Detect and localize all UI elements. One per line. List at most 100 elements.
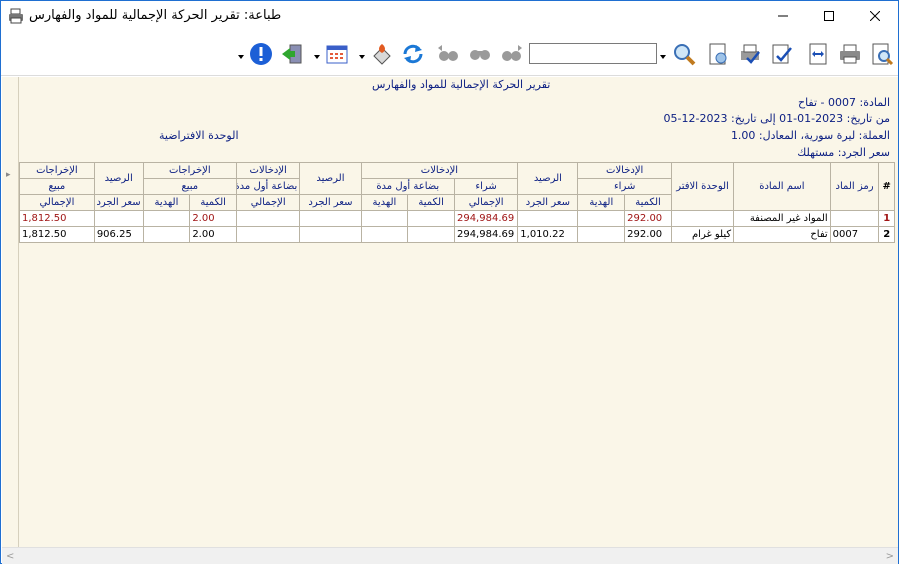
sale-header-1: مبيع xyxy=(142,178,238,195)
printer-icon[interactable] xyxy=(836,40,864,68)
col-hash-header[interactable]: # xyxy=(878,162,895,211)
page-setup-icon[interactable] xyxy=(704,40,732,68)
row-buy-qty[interactable]: 292.00 xyxy=(624,210,672,227)
search-dropdown-arrow[interactable] xyxy=(660,50,666,59)
gift-header-1: الهدية xyxy=(577,194,626,211)
inputs-header-1: الإدخالات xyxy=(577,162,672,179)
row-sale-qty[interactable]: 2.00 xyxy=(189,210,238,227)
row-name[interactable]: تفاح xyxy=(733,226,831,243)
toolbar xyxy=(1,32,898,76)
fill-dropdown-arrow[interactable] xyxy=(359,50,365,59)
col-name-header[interactable]: اسم المادة xyxy=(733,162,831,211)
row-op-total[interactable] xyxy=(236,210,301,227)
row-op-qty[interactable] xyxy=(407,226,455,243)
fill-icon[interactable] xyxy=(368,40,396,68)
horizontal-scrollbar[interactable]: < > xyxy=(2,547,898,564)
col-unit-header[interactable]: الوحدة الافتر xyxy=(670,162,735,211)
print-check-icon[interactable] xyxy=(736,40,764,68)
gift-header-2: الهدية xyxy=(360,194,409,211)
preview-icon[interactable] xyxy=(868,40,896,68)
row-op-total[interactable] xyxy=(236,226,301,243)
row-sale-gift[interactable] xyxy=(142,210,191,227)
outputs-header-1: الإخراجات xyxy=(142,162,238,179)
table-row: 1 المواد غير المصنفة 292.00 294,984.69 2… xyxy=(19,210,895,227)
search-input[interactable] xyxy=(529,43,657,64)
row-unit[interactable] xyxy=(670,210,735,227)
row-sale-qty[interactable]: 2.00 xyxy=(189,226,238,243)
row-index[interactable]: 2 xyxy=(878,226,895,243)
row-op-gift[interactable] xyxy=(360,210,409,227)
exit-icon[interactable] xyxy=(278,40,306,68)
scroll-left-icon[interactable]: < xyxy=(6,551,14,562)
maximize-button[interactable] xyxy=(806,1,852,31)
gift-header-3: الهدية xyxy=(142,194,191,211)
inputs-header-2: الإدخالات xyxy=(360,162,519,179)
report-preview: ▸ تقرير الحركة الإجمالية للمواد والفهارس… xyxy=(2,77,898,547)
inv-price-header-2: سعر الجرد xyxy=(299,194,362,211)
row-bal1-price[interactable]: 1,010.22 xyxy=(517,226,579,243)
search-icon[interactable] xyxy=(670,40,698,68)
purchase-header-1: شراء xyxy=(577,178,672,195)
row-index[interactable]: 1 xyxy=(878,210,895,227)
row-op-gift[interactable] xyxy=(360,226,409,243)
header-row-1: # رمز الماد اسم المادة الوحدة الافتر الإ… xyxy=(19,162,895,211)
opening-stock-header-2: بضاعة أول مدة xyxy=(360,178,455,195)
qty-header-2: الكمية xyxy=(407,194,455,211)
report-title: تقرير الحركة الإجمالية للمواد والفهارس xyxy=(372,78,551,91)
opening-stock-header-3: بضاعة أول مدة xyxy=(236,178,301,195)
material-line: المادة: 0007 - تفاح xyxy=(797,96,890,109)
close-button[interactable] xyxy=(852,1,898,31)
balance-header-3: الرصيد xyxy=(93,162,144,195)
table-row: 2 0007 تفاح كيلو غرام 292.00 1,010.22 29… xyxy=(19,226,895,243)
row-op-qty[interactable] xyxy=(407,210,455,227)
row-buy-qty[interactable]: 292.00 xyxy=(624,226,672,243)
binoculars-forward-icon[interactable] xyxy=(498,40,526,68)
binoculars-back-icon[interactable] xyxy=(434,40,462,68)
report-table: # رمز الماد اسم المادة الوحدة الافتر الإ… xyxy=(19,162,895,243)
inventory-price-line: سعر الجرد: مستهلك xyxy=(797,146,890,159)
fit-width-icon[interactable] xyxy=(804,40,832,68)
row-bal3-price[interactable] xyxy=(93,210,144,227)
row-bal2-price[interactable] xyxy=(299,226,362,243)
row-buy-gift[interactable] xyxy=(577,226,626,243)
row-name[interactable]: المواد غير المصنفة xyxy=(733,210,831,227)
calendar-dropdown-arrow[interactable] xyxy=(314,50,320,59)
row-buy-gift[interactable] xyxy=(577,210,626,227)
row-bal2-price[interactable] xyxy=(299,210,362,227)
row-indicator-icon: ▸ xyxy=(6,170,11,180)
total-header-3: الإجمالي xyxy=(19,194,95,211)
row-sale-total[interactable]: 1,812.50 xyxy=(19,210,95,227)
row-sale-gift[interactable] xyxy=(142,226,191,243)
minimize-button[interactable] xyxy=(760,1,806,31)
inv-price-header-3: سعر الجرد xyxy=(93,194,144,211)
printer-app-icon xyxy=(8,8,24,24)
row-bal3-price[interactable]: 906.25 xyxy=(93,226,144,243)
scroll-right-icon[interactable]: > xyxy=(886,551,894,562)
purchase-header-2: شراء xyxy=(453,178,519,195)
row-code[interactable]: 0007 xyxy=(829,226,880,243)
sale-header-2: مبيع xyxy=(19,178,95,195)
edit-check-icon[interactable] xyxy=(768,40,796,68)
window-title: طباعة: تقرير الحركة الإجمالية للمواد وال… xyxy=(29,8,282,23)
refresh-icon[interactable] xyxy=(399,40,427,68)
row-buy-total[interactable]: 294,984.69 xyxy=(453,210,519,227)
row-buy-total[interactable]: 294,984.69 xyxy=(453,226,519,243)
qty-header-1: الكمية xyxy=(624,194,672,211)
row-code[interactable] xyxy=(829,210,880,227)
report-print-window: طباعة: تقرير الحركة الإجمالية للمواد وال… xyxy=(0,0,899,564)
balance-header-1: الرصيد xyxy=(517,162,579,195)
row-sale-total[interactable]: 1,812.50 xyxy=(19,226,95,243)
outputs-header-2: الإخراجات xyxy=(19,162,95,179)
info-icon[interactable] xyxy=(247,40,275,68)
total-header-2: الإجمالي xyxy=(236,194,301,211)
binoculars-icon[interactable] xyxy=(466,40,494,68)
total-header-1: الإجمالي xyxy=(453,194,519,211)
info-dropdown-arrow[interactable] xyxy=(238,50,244,59)
date-range-line: من تاريخ: 2023-01-01 إلى تاريخ: 2023-12-… xyxy=(663,112,890,125)
row-bal1-price[interactable] xyxy=(517,210,579,227)
inputs-header-3: الإدخالات xyxy=(236,162,301,179)
qty-header-3: الكمية xyxy=(189,194,238,211)
col-code-header[interactable]: رمز الماد xyxy=(829,162,880,211)
calendar-icon[interactable] xyxy=(323,40,351,68)
row-unit[interactable]: كيلو غرام xyxy=(670,226,735,243)
